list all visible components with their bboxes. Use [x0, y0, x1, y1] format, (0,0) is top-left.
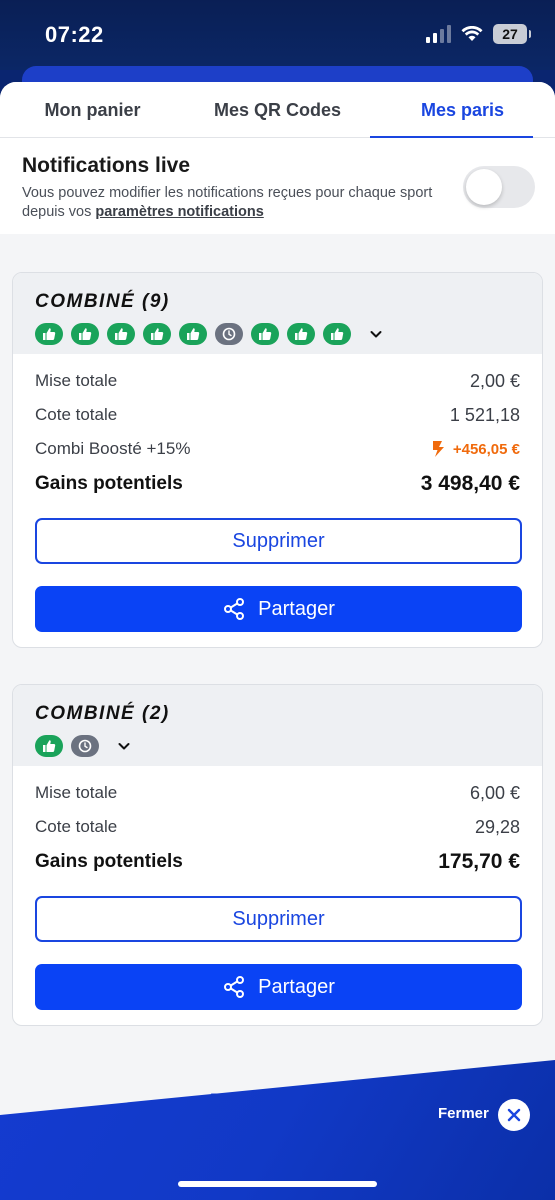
- bet-picks: [35, 735, 520, 757]
- status-bar: 07:22 27: [0, 0, 555, 70]
- boost-value: +456,05 €: [429, 440, 520, 458]
- odds-label: Cote totale: [35, 817, 118, 836]
- signal-icon: [426, 25, 451, 43]
- gains-value: 3 498,40 €: [420, 472, 520, 495]
- bets-sheet: Mon panier Mes QR Codes Mes paris Notifi…: [0, 82, 555, 1200]
- bet-title: COMBINÉ (2): [35, 703, 170, 724]
- thumbs-up-icon: [323, 323, 351, 345]
- bet-title: COMBINÉ (9): [35, 291, 170, 312]
- thumbs-up-icon: [71, 323, 99, 345]
- home-indicator: [178, 1181, 377, 1187]
- share-label: Partager: [258, 975, 335, 998]
- close-label[interactable]: Fermer: [438, 1105, 489, 1122]
- boost-amount: +456,05 €: [452, 440, 520, 458]
- stake-label: Mise totale: [35, 783, 118, 802]
- toggle-knob: [466, 169, 502, 205]
- close-icon: [507, 1108, 521, 1122]
- wifi-icon: [461, 26, 483, 41]
- bet-card: COMBINÉ (9) Mise totale 2,00 € Cote tota…: [12, 272, 543, 648]
- odds-label: Cote totale: [35, 405, 118, 424]
- odds-value: 29,28: [474, 816, 520, 837]
- bet-picks: [35, 323, 520, 345]
- delete-bet-button[interactable]: Supprimer: [35, 518, 522, 564]
- thumbs-up-icon: [287, 323, 315, 345]
- boost-row: Combi Boosté +15% +456,05 €: [35, 432, 520, 466]
- delete-bet-button[interactable]: Supprimer: [35, 896, 522, 942]
- tab-mon-panier[interactable]: Mon panier: [0, 82, 185, 137]
- clock-icon: [71, 735, 99, 757]
- thumbs-up-icon: [179, 323, 207, 345]
- share-icon: [224, 976, 245, 998]
- close-button[interactable]: [498, 1099, 530, 1131]
- status-time: 07:22: [45, 22, 104, 47]
- bet-card: COMBINÉ (2) Mise totale 6,00 € Cote tota…: [12, 684, 543, 1026]
- thumbs-up-icon: [35, 735, 63, 757]
- notifications-title: Notifications live: [22, 154, 191, 177]
- odds-row: Cote totale 1 521,18: [35, 398, 520, 432]
- status-icons: 27: [426, 24, 531, 44]
- share-bet-button[interactable]: Partager: [35, 586, 522, 632]
- boost-label: Combi Boosté +15%: [35, 439, 191, 458]
- live-notifications-section: Notifications live Vous pouvez modifier …: [0, 138, 555, 234]
- clock-icon: [215, 323, 243, 345]
- stake-value: 6,00 €: [469, 782, 520, 803]
- stake-label: Mise totale: [35, 371, 118, 390]
- share-label: Partager: [258, 597, 335, 620]
- odds-value: 1 521,18: [449, 404, 520, 425]
- bet-card-header: COMBINÉ (2): [13, 685, 542, 766]
- tab-mes-qr-codes[interactable]: Mes QR Codes: [185, 82, 370, 137]
- gains-row: Gains potentiels 3 498,40 €: [35, 466, 520, 502]
- live-notifications-toggle[interactable]: [463, 166, 535, 208]
- share-bet-button[interactable]: Partager: [35, 964, 522, 1010]
- lightning-icon: [432, 441, 444, 457]
- thumbs-up-icon: [107, 323, 135, 345]
- chevron-down-icon[interactable]: [369, 327, 383, 341]
- notifications-description: Vous pouvez modifier les notifications r…: [22, 184, 452, 222]
- odds-row: Cote totale 29,28: [35, 810, 520, 844]
- battery-icon: 27: [493, 24, 531, 44]
- chevron-down-icon[interactable]: [117, 739, 131, 753]
- bet-card-header: COMBINÉ (9): [13, 273, 542, 354]
- stake-row: Mise totale 2,00 €: [35, 364, 520, 398]
- stake-value: 2,00 €: [469, 370, 520, 391]
- bet-card-body: Mise totale 2,00 € Cote totale 1 521,18 …: [13, 354, 542, 632]
- tab-bar: Mon panier Mes QR Codes Mes paris: [0, 82, 555, 138]
- stake-row: Mise totale 6,00 €: [35, 776, 520, 810]
- notification-settings-link[interactable]: paramètres notifications: [95, 204, 263, 220]
- share-icon: [224, 598, 245, 620]
- tab-mes-paris[interactable]: Mes paris: [370, 82, 555, 138]
- thumbs-up-icon: [143, 323, 171, 345]
- gains-value: 175,70 €: [438, 850, 520, 873]
- gains-label: Gains potentiels: [35, 473, 183, 494]
- thumbs-up-icon: [251, 323, 279, 345]
- bet-card-body: Mise totale 6,00 € Cote totale 29,28 Gai…: [13, 766, 542, 1010]
- gains-row: Gains potentiels 175,70 €: [35, 844, 520, 880]
- gains-label: Gains potentiels: [35, 851, 183, 872]
- thumbs-up-icon: [35, 323, 63, 345]
